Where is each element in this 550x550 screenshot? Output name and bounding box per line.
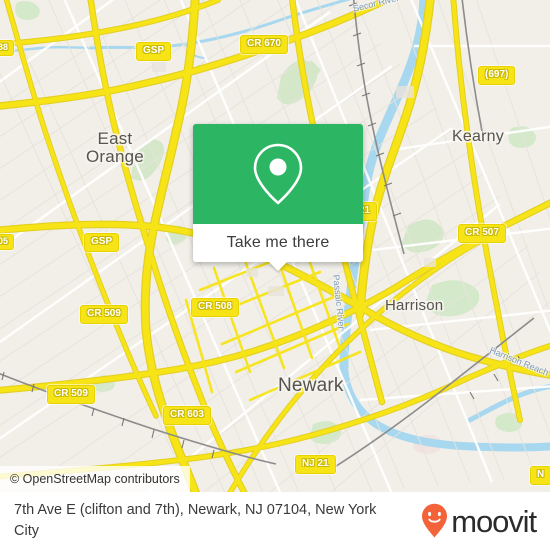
map-pin-icon bbox=[253, 143, 303, 205]
route-shield-gsp-north[interactable]: GSP bbox=[136, 42, 172, 61]
callout-tail bbox=[269, 262, 287, 271]
moovit-map-screenshot: .road-major{stroke:#f7e417;stroke-lineca… bbox=[0, 0, 550, 550]
address-title: 7th Ave E (clifton and 7th), Newark, NJ … bbox=[14, 502, 377, 539]
place-label-harrison: Harrison bbox=[385, 297, 444, 314]
footer-bar: 7th Ave E (clifton and 7th), Newark, NJ … bbox=[0, 492, 550, 550]
callout-action-row[interactable]: Take me there bbox=[193, 224, 363, 271]
moovit-wordmark: moovit bbox=[451, 503, 537, 539]
osm-attribution[interactable]: © OpenStreetMap contributors bbox=[0, 466, 190, 492]
route-shield-697[interactable]: (697) bbox=[478, 66, 516, 85]
moovit-logo[interactable]: moovit bbox=[421, 503, 537, 539]
place-label-line1: East bbox=[97, 129, 133, 148]
place-label-newark: Newark bbox=[278, 375, 344, 396]
route-shield-38[interactable]: 38 bbox=[0, 40, 15, 56]
osm-attribution-text: © OpenStreetMap contributors bbox=[10, 472, 180, 486]
route-shield-cr-603[interactable]: CR 603 bbox=[163, 406, 211, 425]
route-shield-cr-670[interactable]: CR 670 bbox=[240, 35, 288, 54]
take-me-there-label: Take me there bbox=[226, 234, 330, 251]
route-shield-n-cut[interactable]: N bbox=[530, 466, 550, 485]
moovit-smiley-pin-icon bbox=[422, 503, 448, 538]
route-shield-cr-507[interactable]: CR 507 bbox=[458, 224, 506, 243]
place-label-line2: Orange bbox=[86, 146, 144, 166]
route-shield-05[interactable]: 05 bbox=[0, 234, 15, 250]
place-label-kearny: Kearny bbox=[452, 128, 504, 145]
callout-pin-panel bbox=[193, 124, 363, 224]
route-shield-cr-509-lower[interactable]: CR 509 bbox=[47, 385, 95, 404]
route-shield-nj-21[interactable]: NJ 21 bbox=[295, 455, 336, 474]
route-shield-cr-509-upper[interactable]: CR 509 bbox=[80, 305, 128, 324]
place-label-east-orange: East Orange bbox=[86, 130, 144, 166]
map-viewport[interactable]: .road-major{stroke:#f7e417;stroke-lineca… bbox=[0, 0, 550, 492]
location-callout-card[interactable]: Take me there bbox=[193, 124, 363, 271]
route-shield-cr-508[interactable]: CR 508 bbox=[191, 298, 239, 317]
route-shield-gsp-south[interactable]: GSP bbox=[84, 233, 120, 252]
